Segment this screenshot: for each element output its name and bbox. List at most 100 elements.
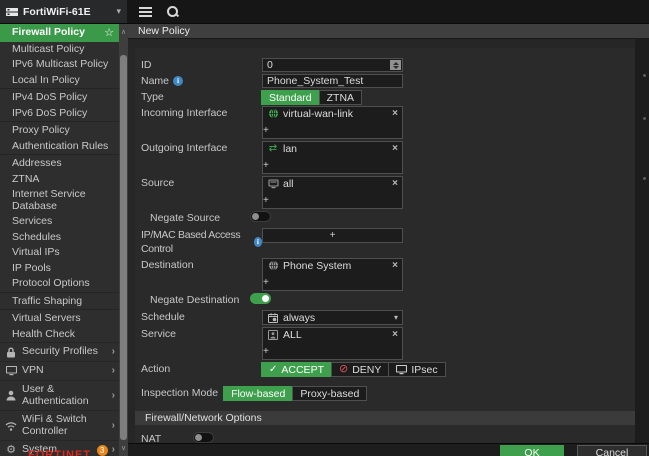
cancel-button[interactable]: Cancel [577, 445, 647, 456]
action-deny-button[interactable]: ⊘ DENY [330, 362, 390, 377]
menu-hamburger-icon[interactable] [139, 6, 152, 17]
ok-button[interactable]: OK [500, 445, 564, 456]
incoming-interface-select: virtual-wan-link × + [262, 106, 403, 139]
fortinet-logo: FORTINET [28, 449, 91, 456]
device-dropdown-caret-icon[interactable]: ▾ [116, 6, 121, 17]
action-ipsec-button[interactable]: IPsec [388, 362, 446, 377]
sidebar-item-ipv6-multicast-policy[interactable]: IPv6 Multicast Policy [0, 57, 119, 73]
lock-icon [5, 346, 17, 358]
sidebar-item-services[interactable]: Services [0, 214, 119, 230]
sidebar-item-authentication-rules[interactable]: Authentication Rules [0, 139, 119, 155]
id-input[interactable]: 0 [262, 58, 403, 72]
sidebar-item-traffic-shaping[interactable]: Traffic Shaping [0, 291, 119, 310]
add-entry-button[interactable]: + [263, 195, 269, 206]
negate-destination-row: Negate Destination [141, 293, 635, 307]
main-area: New Policy ID 0 Name i Phone_System_Test… [128, 24, 649, 456]
top-bar: FortiWiFi-61E ▾ [0, 0, 649, 24]
selected-entry: ⇄ lan × [268, 142, 398, 155]
remove-icon[interactable]: × [392, 178, 398, 189]
remove-icon[interactable]: × [392, 329, 398, 340]
remove-icon[interactable]: × [392, 260, 398, 271]
sidebar-item-addresses[interactable]: Addresses [0, 154, 119, 172]
nat-toggle[interactable] [193, 432, 214, 443]
search-icon[interactable] [166, 5, 179, 18]
sidebar-item-multicast-policy[interactable]: Multicast Policy [0, 42, 119, 58]
new-policy-form: ID 0 Name i Phone_System_Test Type Stand… [135, 48, 635, 443]
chevron-right-icon: › [111, 365, 115, 377]
selected-entry: virtual-wan-link × [263, 107, 402, 120]
device-name: FortiWiFi-61E [23, 5, 91, 18]
nat-label: NAT [141, 433, 162, 443]
add-entry-button[interactable]: + [263, 346, 269, 357]
selected-entry: ALL × [263, 328, 402, 341]
sidebar-item-security-profiles[interactable]: Security Profiles › [0, 342, 119, 361]
page-title: New Policy [128, 24, 649, 39]
sidebar-item-ip-pools[interactable]: IP Pools [0, 261, 119, 277]
inspection-flow-based-button[interactable]: Flow-based [223, 386, 294, 401]
scroll-down-icon[interactable]: ∨ [119, 444, 128, 454]
sidebar-item-protocol-options[interactable]: Protocol Options [0, 276, 119, 292]
incoming-interface-label: Incoming Interface [141, 107, 228, 119]
sidebar-item-vpn[interactable]: VPN › [0, 361, 119, 380]
service-select: ALL × + [262, 327, 403, 360]
dropdown-caret-icon: ▾ [393, 313, 398, 322]
form-footer: OK Cancel [128, 443, 649, 456]
sidebar-item-ipv4-dos-policy[interactable]: IPv4 DoS Policy [0, 88, 119, 106]
device-selector[interactable]: FortiWiFi-61E ▾ [0, 0, 127, 23]
sidebar-item-internet-service-database[interactable]: Internet Service Database [0, 187, 119, 214]
sidebar-item-virtual-ips[interactable]: Virtual IPs [0, 245, 119, 261]
action-row: Action ✓ ACCEPT ⊘ DENY IPsec [141, 362, 635, 377]
monitor-icon [5, 365, 17, 377]
right-scrollbar[interactable] [635, 39, 649, 443]
address-group-icon [267, 260, 279, 272]
type-ztna-button[interactable]: ZTNA [318, 90, 363, 105]
info-icon: i [173, 76, 184, 86]
sidebar-item-proxy-policy[interactable]: Proxy Policy [0, 121, 119, 139]
negate-source-label: Negate Source [150, 212, 221, 224]
sidebar-item-wifi-switch-controller[interactable]: WiFi & Switch Controller › [0, 410, 119, 440]
sidebar-item-local-in-policy[interactable]: Local In Policy [0, 73, 119, 89]
inspection-proxy-based-button[interactable]: Proxy-based [292, 386, 368, 401]
negate-source-toggle[interactable] [250, 211, 271, 222]
sidebar-item-user-authentication[interactable]: User & Authentication › [0, 380, 119, 410]
add-entry-button[interactable]: + [263, 160, 269, 171]
add-entry-button[interactable]: + [263, 277, 269, 288]
name-input[interactable]: Phone_System_Test [262, 74, 403, 88]
sidebar-item-ztna[interactable]: ZTNA [0, 172, 119, 188]
sidebar-item-firewall-policy[interactable]: Firewall Policy ☆ [0, 24, 119, 42]
incoming-interface-row: Incoming Interface virtual-wan-link × + [141, 106, 635, 139]
sidebar-item-virtual-servers[interactable]: Virtual Servers [0, 309, 119, 327]
inspection-mode-row: Inspection Mode Flow-based Proxy-based [141, 386, 635, 401]
negate-destination-toggle[interactable] [250, 293, 271, 304]
monitor-icon [396, 364, 408, 376]
service-label: Service [141, 328, 177, 340]
add-entry-button[interactable]: + [263, 125, 269, 136]
negate-destination-label: Negate Destination [150, 294, 240, 306]
schedule-dropdown[interactable]: always ▾ [262, 310, 403, 325]
scroll-up-icon[interactable]: ∧ [119, 28, 128, 38]
selected-entry: Phone System × [263, 259, 402, 272]
destination-select: Phone System × + [262, 258, 403, 291]
ip-mac-add-button[interactable]: + [262, 228, 403, 243]
id-label: ID [141, 59, 152, 71]
fortigate-device-icon [6, 6, 18, 18]
remove-icon[interactable]: × [392, 108, 398, 119]
user-icon [5, 390, 17, 402]
remove-icon[interactable]: × [392, 143, 398, 154]
type-standard-button[interactable]: Standard [261, 90, 320, 105]
action-accept-button[interactable]: ✓ ACCEPT [261, 362, 332, 377]
chevron-right-icon: › [111, 346, 115, 358]
sidebar-item-health-check[interactable]: Health Check [0, 327, 119, 343]
inspection-mode-label: Inspection Mode [141, 387, 219, 399]
check-icon: ✓ [269, 364, 278, 375]
source-select: all × + [262, 176, 403, 209]
schedule-icon [267, 312, 279, 324]
favorite-star-icon[interactable]: ☆ [104, 27, 114, 38]
sidebar-item-schedules[interactable]: Schedules [0, 230, 119, 246]
sidebar-scrollbar-thumb[interactable] [120, 55, 127, 440]
schedule-row: Schedule always ▾ [141, 310, 635, 325]
sidebar-scrollbar[interactable]: ∧ ∨ [119, 24, 128, 456]
sidebar-item-ipv6-dos-policy[interactable]: IPv6 DoS Policy [0, 106, 119, 122]
schedule-label: Schedule [141, 311, 185, 323]
id-spinner[interactable] [390, 60, 401, 70]
